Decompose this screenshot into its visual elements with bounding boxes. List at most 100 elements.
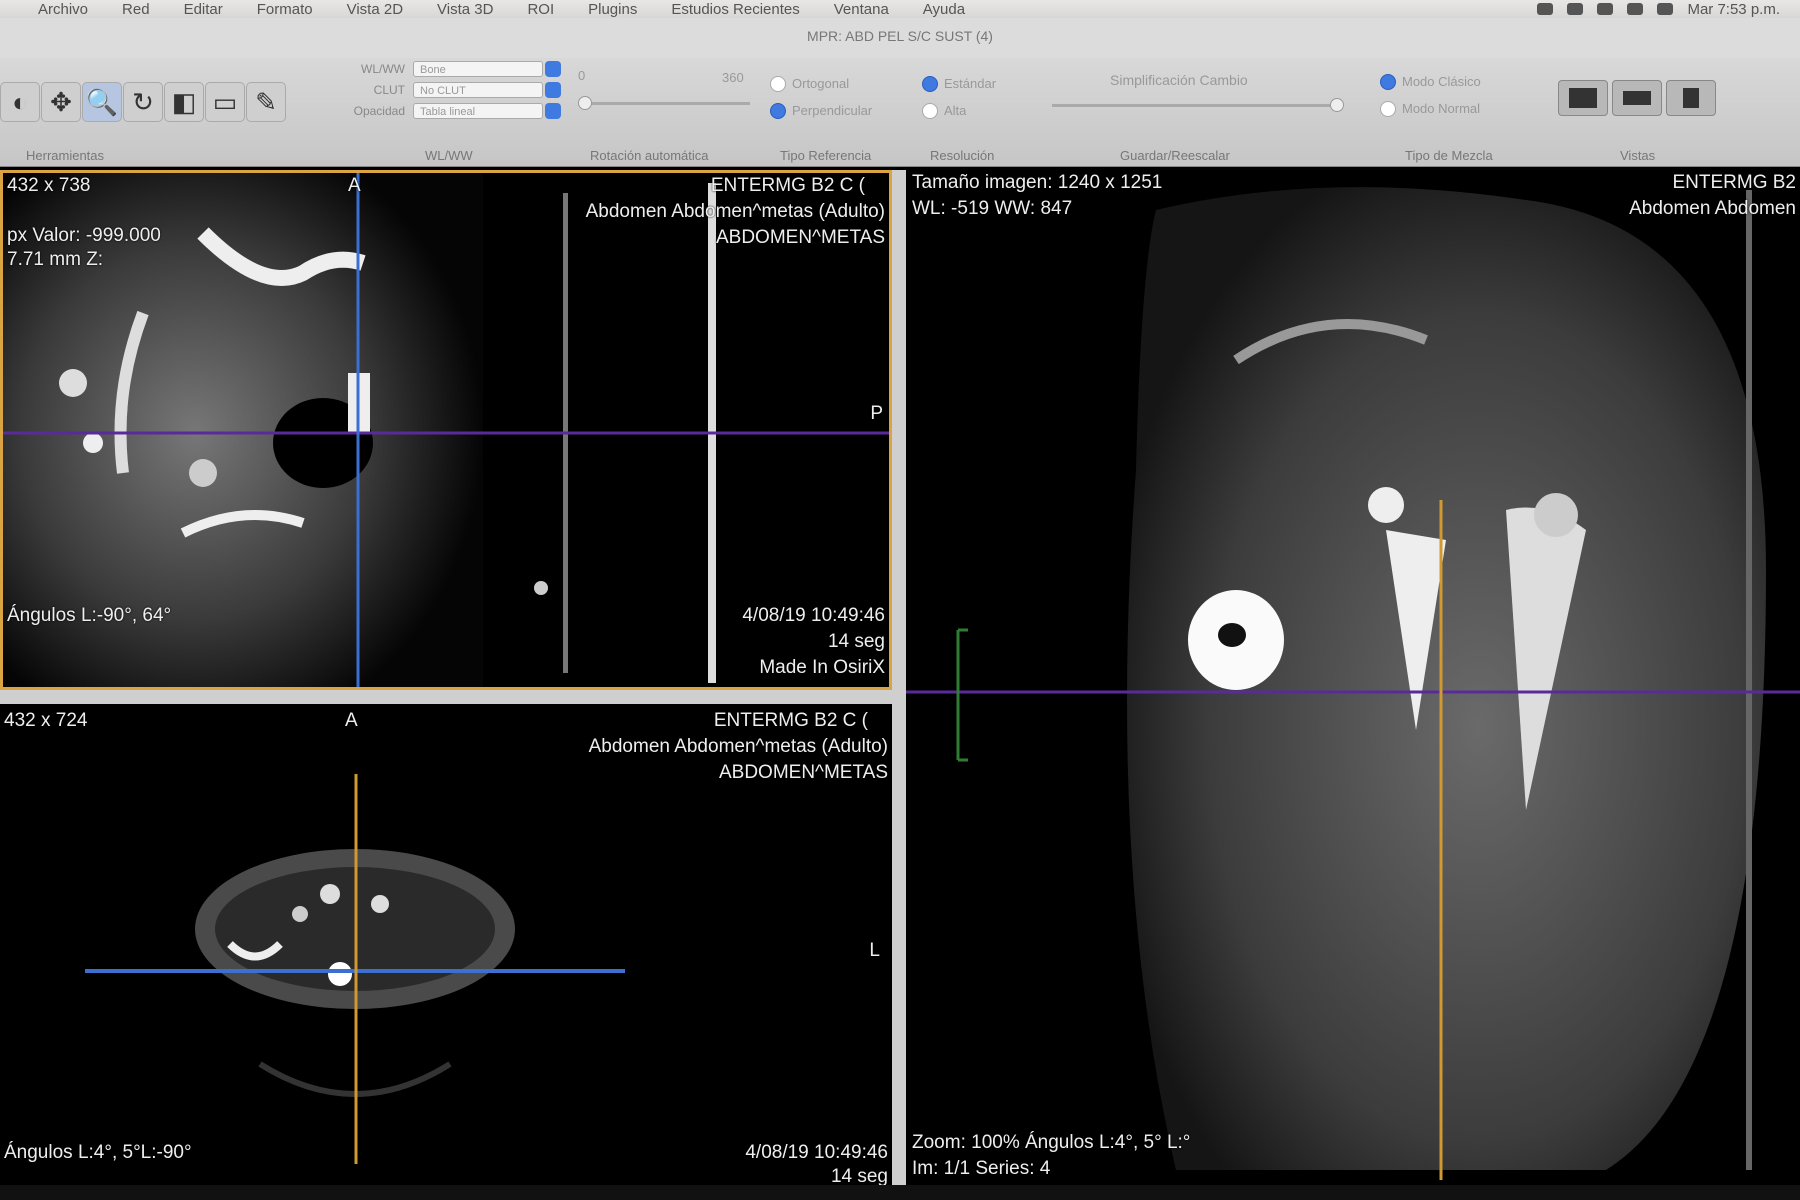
tl-orient-top: A	[348, 175, 361, 196]
blend-clasico-label: Modo Clásico	[1402, 74, 1481, 89]
ref-ortogonal-radio[interactable]	[770, 76, 786, 92]
view-grid-button[interactable]	[1558, 80, 1608, 116]
wlww-select-arrow-icon[interactable]	[545, 61, 561, 77]
bl-orient-right: L	[869, 940, 880, 961]
r-image-index: Im: 1/1 Series: 4	[912, 1158, 1051, 1179]
res-estandar-radio[interactable]	[922, 76, 938, 92]
tl-study: Abdomen Abdomen^metas (Adulto)	[585, 201, 885, 222]
tl-time: 14 seg	[827, 631, 885, 652]
rotation-max-label: 360	[722, 70, 744, 85]
ref-perpendicular-label: Perpendicular	[792, 103, 873, 118]
r-scanner: ENTERMG B2	[1672, 172, 1796, 193]
move-tool-icon[interactable]: ✥	[41, 82, 81, 122]
menu-estudios-recientes[interactable]: Estudios Recientes	[671, 1, 799, 18]
grid-layout-icon	[1569, 88, 1597, 108]
menu-status-area: Mar 7:53 p.m.	[1537, 1, 1800, 18]
clut-label: CLUT	[373, 83, 405, 97]
blend-normal-radio[interactable]	[1380, 101, 1396, 117]
tl-value-line: px Valor: -999.000	[7, 225, 161, 246]
r-zoom-line: Zoom: 100% Ángulos L:4°, 5° L:°	[912, 1132, 1191, 1153]
tl-angles: Ángulos L:-90°, 64°	[7, 605, 172, 626]
menu-vista-2d[interactable]: Vista 2D	[347, 1, 403, 18]
opacity-label: Opacidad	[353, 104, 405, 118]
res-alta-label: Alta	[944, 103, 967, 118]
rescale-label: Simplificación Cambio	[1110, 72, 1248, 88]
wlww-label: WL/WW	[361, 62, 405, 76]
bl-orient-top: A	[345, 710, 358, 731]
bl-image-size: 432 x 724	[4, 710, 88, 731]
rotate-tool-icon[interactable]: ↻	[123, 82, 163, 122]
viewport-top-left[interactable]: 432 x 738 px Valor: -999.000 7.71 mm Z: …	[0, 170, 892, 690]
group-label-rescale: Guardar/Reescalar	[1120, 148, 1230, 163]
rescale-slider-track[interactable]	[1052, 104, 1342, 107]
window-bottom-edge	[0, 1185, 1800, 1200]
tl-series: ABDOMEN^METAS	[715, 227, 885, 248]
ref-ortogonal-label: Ortogonal	[792, 76, 850, 91]
tl-scanner: ENTERMG B2 C (	[710, 175, 865, 196]
res-estandar-label: Estándar	[944, 76, 997, 91]
menu-clock[interactable]: Mar 7:53 p.m.	[1687, 1, 1780, 18]
toolbar: ◐ ✥ 🔍 ↻ ◧ ▭ ✎ Herramientas WL/WW Bone CL…	[0, 58, 1800, 167]
view-rows-button[interactable]	[1612, 80, 1662, 116]
opacity-select[interactable]: Tabla lineal	[413, 103, 543, 119]
menu-vista-3d[interactable]: Vista 3D	[437, 1, 493, 18]
menu-ayuda[interactable]: Ayuda	[923, 1, 965, 18]
group-label-blend: Tipo de Mezcla	[1405, 148, 1493, 163]
scroll-tool-icon[interactable]: ◧	[164, 82, 204, 122]
clut-select-arrow-icon[interactable]	[545, 82, 561, 98]
menu-red[interactable]: Red	[122, 1, 150, 18]
tl-made-in: Made In OsiriX	[759, 657, 885, 678]
res-alta-radio[interactable]	[922, 103, 938, 119]
menu-archivo[interactable]: Archivo	[38, 1, 88, 18]
group-label-tools: Herramientas	[26, 148, 105, 163]
group-label-resolution: Resolución	[930, 148, 995, 163]
user-icon[interactable]	[1597, 3, 1614, 15]
viewport-splitter-vertical[interactable]	[892, 170, 906, 1185]
wifi-icon[interactable]	[1627, 3, 1644, 15]
battery-icon[interactable]	[1657, 3, 1674, 15]
menu-bar: Archivo Red Editar Formato Vista 2D Vist…	[0, 0, 1800, 18]
rescale-slider-knob[interactable]	[1330, 98, 1344, 112]
menu-formato[interactable]: Formato	[257, 1, 313, 18]
bl-angles: Ángulos L:4°, 5°L:-90°	[4, 1142, 192, 1163]
menu-editar[interactable]: Editar	[184, 1, 223, 18]
coronal-image	[906, 187, 1800, 1180]
rotation-slider-track[interactable]	[582, 102, 750, 105]
dropbox-icon[interactable]	[1537, 3, 1554, 15]
menu-plugins[interactable]: Plugins	[588, 1, 637, 18]
bl-series: ABDOMEN^METAS	[718, 762, 888, 783]
r-image-size: Tamaño imagen: 1240 x 1251	[912, 172, 1163, 193]
viewport-splitter-horizontal[interactable]	[0, 690, 892, 704]
menu-roi[interactable]: ROI	[527, 1, 554, 18]
wlww-select[interactable]: Bone	[413, 61, 543, 77]
window-title: MPR: ABD PEL S/C SUST (4)	[0, 18, 1800, 58]
blend-clasico-radio[interactable]	[1380, 74, 1396, 90]
group-label-rotation: Rotación automática	[590, 148, 709, 163]
measure-tool-icon[interactable]: ✎	[246, 82, 286, 122]
bl-time: 14 seg	[830, 1166, 888, 1185]
rotation-min-label: 0	[578, 68, 586, 83]
r-study: Abdomen Abdomen	[1629, 198, 1796, 219]
group-label-views: Vistas	[1620, 148, 1656, 163]
wl-tool-icon[interactable]: ◐	[0, 82, 40, 122]
view-columns-button[interactable]	[1666, 80, 1716, 116]
clut-select[interactable]: No CLUT	[413, 82, 543, 98]
bl-study: Abdomen Abdomen^metas (Adulto)	[588, 736, 888, 757]
roi-tool-icon[interactable]: ▭	[205, 82, 245, 122]
bl-date: 4/08/19 10:49:46	[745, 1142, 888, 1163]
ref-perpendicular-radio[interactable]	[770, 103, 786, 119]
columns-layout-icon	[1683, 88, 1699, 108]
menu-ventana[interactable]: Ventana	[834, 1, 889, 18]
opacity-select-arrow-icon[interactable]	[545, 103, 561, 119]
viewport-bottom-left[interactable]: 432 x 724 A ENTERMG B2 C ( Abdomen Abdom…	[0, 704, 892, 1185]
tl-position-line: 7.71 mm Z:	[7, 249, 104, 270]
group-label-wlww: WL/WW	[425, 148, 473, 163]
bl-scanner: ENTERMG B2 C (	[713, 710, 868, 731]
zoom-tool-icon[interactable]: 🔍	[82, 82, 122, 122]
notification-icon[interactable]	[1567, 3, 1584, 15]
rotation-slider-knob[interactable]	[578, 96, 592, 110]
tl-orient-right: P	[870, 403, 883, 424]
rows-layout-icon	[1623, 91, 1651, 105]
viewport-right[interactable]: Tamaño imagen: 1240 x 1251 WL: -519 WW: …	[906, 170, 1800, 1185]
r-wl-line: WL: -519 WW: 847	[912, 198, 1073, 219]
